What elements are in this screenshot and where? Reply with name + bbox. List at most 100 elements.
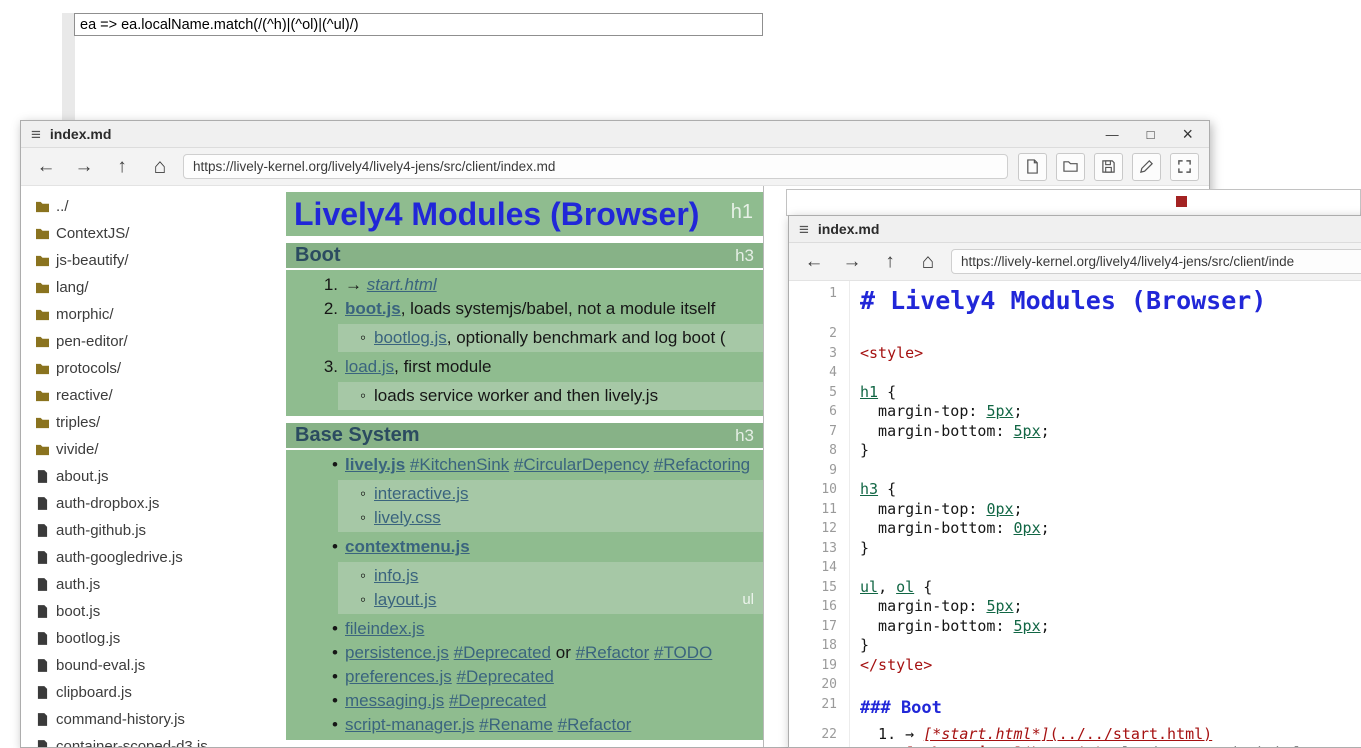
window-titlebar[interactable]: ≡ index.md: [789, 216, 1361, 243]
minimize-icon[interactable]: —: [1106, 128, 1119, 141]
line-number: 18: [789, 636, 851, 656]
home-button[interactable]: ⌂: [913, 247, 943, 277]
md-link[interactable]: #Deprecated: [457, 667, 554, 686]
md-link[interactable]: #TODO: [654, 643, 712, 662]
md-link[interactable]: #CircularDepency: [514, 455, 649, 474]
list-item: ◦layout.jsul: [338, 588, 763, 612]
md-link[interactable]: messaging.js: [345, 691, 444, 710]
file-item[interactable]: auth-googledrive.js: [34, 544, 286, 571]
md-link[interactable]: lively.css: [374, 508, 441, 527]
line-number: 11: [789, 500, 851, 520]
md-link[interactable]: interactive.js: [374, 484, 468, 503]
toolbar-buttons: [1018, 153, 1199, 181]
url-input[interactable]: [183, 154, 1008, 179]
md-link[interactable]: contextmenu.js: [345, 537, 470, 556]
file-icon: [34, 524, 50, 537]
window-title: index.md: [818, 221, 879, 237]
file-item[interactable]: vivide/: [34, 436, 286, 463]
md-link[interactable]: lively.js: [345, 455, 405, 474]
md-link[interactable]: #Rename: [479, 715, 553, 734]
md-link[interactable]: #Refactor: [558, 715, 632, 734]
md-link[interactable]: script-manager.js: [345, 715, 474, 734]
md-link[interactable]: #Deprecated: [454, 643, 551, 662]
home-button[interactable]: ⌂: [145, 152, 175, 182]
list-item: ◦bootlog.js, optionally benchmark and lo…: [338, 326, 763, 350]
close-icon[interactable]: ×: [1182, 125, 1193, 143]
md-link[interactable]: layout.js: [374, 590, 436, 609]
file-item[interactable]: auth.js: [34, 571, 286, 598]
file-item[interactable]: triples/: [34, 409, 286, 436]
line-number: 17: [789, 617, 851, 637]
md-link[interactable]: #Refactoring: [654, 455, 750, 474]
md-link[interactable]: fileindex.js: [345, 619, 424, 638]
back-button[interactable]: ←: [31, 152, 61, 182]
open-folder-button[interactable]: [1056, 153, 1085, 181]
file-item[interactable]: protocols/: [34, 355, 286, 382]
code-token: ;: [1014, 402, 1023, 420]
list-item: ◦loads service worker and then lively.js: [338, 384, 763, 408]
edit-button[interactable]: [1132, 153, 1161, 181]
code-editor[interactable]: 1# Lively4 Modules (Browser)23<style>45h…: [789, 281, 1361, 747]
file-item[interactable]: auth-dropbox.js: [34, 490, 286, 517]
file-item[interactable]: js-beautify/: [34, 247, 286, 274]
code-text: margin-top: 5px;: [851, 402, 1023, 422]
file-item-label: reactive/: [56, 387, 113, 404]
file-item[interactable]: boot.js: [34, 598, 286, 625]
file-item[interactable]: about.js: [34, 463, 286, 490]
filter-input[interactable]: [74, 13, 763, 36]
line-number: 5: [789, 383, 851, 403]
md-link[interactable]: bootlog.js: [374, 328, 447, 347]
file-item[interactable]: clipboard.js: [34, 679, 286, 706]
list-item: •script-manager.js #Rename #Refactor: [286, 713, 763, 737]
file-item[interactable]: container-scoped-d3.js: [34, 733, 286, 747]
file-item[interactable]: command-history.js: [34, 706, 286, 733]
md-link[interactable]: #Deprecated: [449, 691, 546, 710]
file-item-label: ../: [56, 198, 69, 215]
back-button[interactable]: ←: [799, 247, 829, 277]
line-number: 19: [789, 656, 851, 676]
file-item[interactable]: bootlog.js: [34, 625, 286, 652]
menu-icon[interactable]: ≡: [799, 221, 809, 238]
list-item: ◦lively.css: [338, 506, 763, 530]
code-token: ;: [1041, 422, 1050, 440]
list-marker: •: [314, 535, 338, 559]
code-token: , loads systemjs/babel, not: [1104, 744, 1348, 747]
file-item[interactable]: morphic/: [34, 301, 286, 328]
file-item[interactable]: auth-github.js: [34, 517, 286, 544]
file-item[interactable]: ../: [34, 193, 286, 220]
up-button[interactable]: ↑: [107, 152, 137, 182]
md-link[interactable]: boot.js: [345, 299, 401, 318]
url-input[interactable]: [951, 249, 1361, 274]
md-link[interactable]: #KitchenSink: [410, 455, 509, 474]
window-titlebar[interactable]: ≡ index.md — □ ×: [21, 121, 1209, 148]
md-link[interactable]: preferences.js: [345, 667, 452, 686]
code-token: ol: [896, 578, 914, 596]
file-item[interactable]: bound-eval.js: [34, 652, 286, 679]
tag-badge: h3: [735, 426, 754, 446]
forward-button[interactable]: →: [837, 247, 867, 277]
md-link[interactable]: #Refactor: [576, 643, 650, 662]
code-line: 13}: [789, 539, 1361, 559]
file-item[interactable]: lang/: [34, 274, 286, 301]
folder-icon: [34, 308, 50, 321]
up-button[interactable]: ↑: [875, 247, 905, 277]
markdown-list: 1.→ start.html2.boot.js, loads systemjs/…: [286, 270, 763, 416]
forward-button[interactable]: →: [69, 152, 99, 182]
code-token: 5px: [986, 597, 1013, 615]
file-item-label: lang/: [56, 279, 89, 296]
new-file-button[interactable]: [1018, 153, 1047, 181]
md-link[interactable]: info.js: [374, 566, 418, 585]
fullscreen-button[interactable]: [1170, 153, 1199, 181]
maximize-icon[interactable]: □: [1147, 128, 1155, 141]
file-item[interactable]: pen-editor/: [34, 328, 286, 355]
menu-icon[interactable]: ≡: [31, 126, 41, 143]
md-link[interactable]: load.js: [345, 357, 394, 376]
folder-icon: [34, 443, 50, 456]
md-link[interactable]: start.html: [367, 275, 437, 294]
code-token: [**boot.js**]: [905, 744, 1022, 747]
save-button[interactable]: [1094, 153, 1123, 181]
md-link[interactable]: persistence.js: [345, 643, 449, 662]
page-title: Lively4 Modules (Browser): [294, 196, 699, 233]
file-item[interactable]: reactive/: [34, 382, 286, 409]
file-item[interactable]: ContextJS/: [34, 220, 286, 247]
